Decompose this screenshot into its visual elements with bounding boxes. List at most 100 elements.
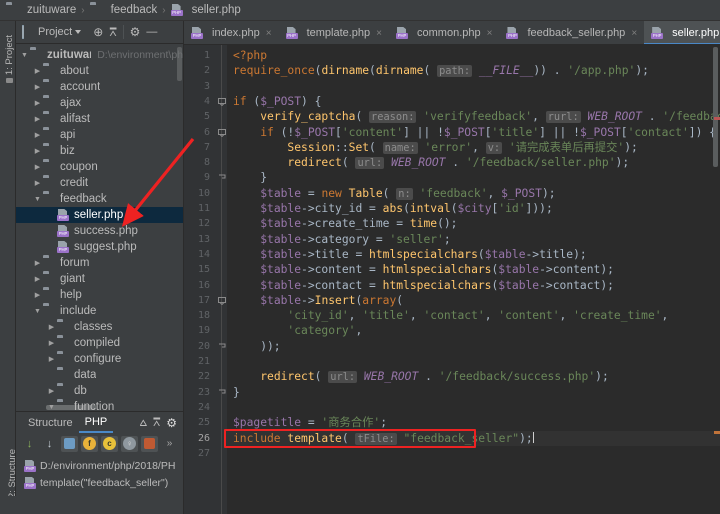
editor-tab-common-php[interactable]: PHP common.php × xyxy=(389,21,499,44)
editor-tab-feedback-seller-php[interactable]: PHP feedback_seller.php × xyxy=(499,21,644,44)
project-tree[interactable]: ▼ zuituware D:\environment\ph ▶ about ▶ accoun… xyxy=(16,45,183,411)
close-icon[interactable]: × xyxy=(631,28,637,39)
code-line-5[interactable]: verify_captcha( reason: 'verifyfeedback'… xyxy=(227,109,720,124)
editor-tabbar[interactable]: PHP index.php × PHP template.php × PHP common.p… xyxy=(184,21,720,45)
tree-node-feedback[interactable]: ▼ feedback xyxy=(16,191,183,207)
hide-panel-button[interactable]: — xyxy=(143,23,160,42)
chevron-right-icon[interactable]: ▶ xyxy=(32,259,43,267)
tree-node-about[interactable]: ▶ about xyxy=(16,63,183,79)
tree-node-alifast[interactable]: ▶ alifast xyxy=(16,111,183,127)
tree-node-function[interactable]: ▼ function xyxy=(16,399,183,411)
code-line-20[interactable]: )); xyxy=(227,339,720,354)
code-line-11[interactable]: $table->city_id = abs(intval($city['id']… xyxy=(227,201,720,216)
chevron-right-icon[interactable]: ▶ xyxy=(32,67,43,75)
chevron-right-icon[interactable]: ▶ xyxy=(46,339,57,347)
chevron-right-icon[interactable]: ▶ xyxy=(32,275,43,283)
structure-list[interactable]: PHP D:/environment/php/2018/PH PHP template… xyxy=(16,454,183,491)
code-line-10[interactable]: $table = new Table( n: 'feedback', $_POS… xyxy=(227,186,720,201)
settings-button[interactable]: ⚙ xyxy=(127,23,144,42)
chevron-right-icon[interactable]: ▶ xyxy=(46,323,57,331)
locate-button[interactable]: ⊕ xyxy=(90,23,106,42)
show-functions-button[interactable]: f xyxy=(81,435,98,452)
chevron-down-icon[interactable]: ▼ xyxy=(46,404,57,411)
chevron-down-icon[interactable]: ▼ xyxy=(32,308,43,315)
code-line-17[interactable]: $table->Insert(array( xyxy=(227,293,720,308)
chevron-right-icon[interactable]: ▶ xyxy=(46,355,57,363)
chevron-right-icon[interactable]: ▶ xyxy=(32,147,43,155)
tree-node-account[interactable]: ▶ account xyxy=(16,79,183,95)
show-fields-button[interactable] xyxy=(61,435,78,452)
code-line-16[interactable]: $table->contact = htmlspecialchars($tabl… xyxy=(227,278,720,293)
chevron-down-icon[interactable]: ▼ xyxy=(19,52,30,59)
breadcrumb-item-project[interactable]: zuituware xyxy=(6,4,76,16)
tree-node-seller-php[interactable]: PHP seller.php xyxy=(16,207,183,223)
editor-tab-seller-php[interactable]: PHPseller.php× xyxy=(644,21,720,44)
sort-by-visibility-button[interactable]: ↓ xyxy=(21,436,38,452)
code-line-27[interactable] xyxy=(227,446,720,461)
chevron-right-icon[interactable]: ▶ xyxy=(32,179,43,187)
chevron-right-icon[interactable]: ▶ xyxy=(46,387,57,395)
code-line-1[interactable]: <?php xyxy=(227,48,720,63)
breadcrumb-item-folder[interactable]: feedback xyxy=(90,4,158,16)
close-icon[interactable]: × xyxy=(487,28,493,39)
tree-node-classes[interactable]: ▶ classes xyxy=(16,319,183,335)
code-line-21[interactable] xyxy=(227,354,720,369)
fold-collapse-icon[interactable] xyxy=(218,97,226,107)
more-options-button[interactable]: » xyxy=(161,436,178,452)
code-line-19[interactable]: 'category', xyxy=(227,323,720,338)
chevron-right-icon[interactable]: ▶ xyxy=(32,291,43,299)
code-line-24[interactable] xyxy=(227,400,720,415)
tree-node-db[interactable]: ▶ db xyxy=(16,383,183,399)
tab-php[interactable]: PHP xyxy=(78,413,114,433)
sort-alphabetically-button[interactable]: ↓ xyxy=(41,436,58,452)
error-stripe-mark[interactable] xyxy=(714,117,720,120)
tree-node-credit[interactable]: ▶ credit xyxy=(16,175,183,191)
tree-node-include[interactable]: ▼ include xyxy=(16,303,183,319)
structure-row[interactable]: PHP template("feedback_seller") xyxy=(16,474,183,491)
close-icon[interactable]: × xyxy=(266,28,272,39)
tree-node-configure[interactable]: ▶ configure xyxy=(16,351,183,367)
show-properties-button[interactable]: ♀ xyxy=(121,435,138,452)
chevron-down-icon[interactable]: ▼ xyxy=(32,196,43,203)
chevron-right-icon[interactable]: ▶ xyxy=(32,163,43,171)
tree-node-zuituware[interactable]: ▼ zuituware D:\environment\ph xyxy=(16,47,183,63)
code-line-15[interactable]: $table->content = htmlspecialchars($tabl… xyxy=(227,262,720,277)
tree-node-coupon[interactable]: ▶ coupon xyxy=(16,159,183,175)
editor-tab-template-php[interactable]: PHP template.php × xyxy=(279,21,389,44)
fold-end-icon[interactable] xyxy=(218,389,226,397)
code-line-3[interactable] xyxy=(227,79,720,94)
tree-node-compiled[interactable]: ▶ compiled xyxy=(16,335,183,351)
tree-node-forum[interactable]: ▶ forum xyxy=(16,255,183,271)
code-line-22[interactable]: redirect( url: WEB_ROOT . '/feedback/suc… xyxy=(227,369,720,384)
close-icon[interactable]: × xyxy=(376,28,382,39)
code-line-12[interactable]: $table->create_time = time(); xyxy=(227,216,720,231)
chevron-right-icon[interactable]: ▶ xyxy=(32,131,43,139)
breadcrumb-item-file[interactable]: PHP seller.php xyxy=(170,4,241,16)
code-line-9[interactable]: } xyxy=(227,170,720,185)
tree-node-giant[interactable]: ▶ giant xyxy=(16,271,183,287)
code-editor[interactable]: 1 2 3 4 5 6 7 8 9 10 11 12 13 14 15 16 17 18 19 20 21 22 23 24 2… xyxy=(184,45,720,514)
editor-vertical-scrollbar[interactable] xyxy=(713,47,718,167)
fold-collapse-icon[interactable] xyxy=(218,128,226,137)
code-line-7[interactable]: Session::Set( name: 'error', v: '请完成表单后再… xyxy=(227,140,720,155)
tree-node-suggest-php[interactable]: PHP suggest.php xyxy=(16,239,183,255)
code-line-14[interactable]: $table->title = htmlspecialchars($table-… xyxy=(227,247,720,262)
editor-tab-index-php[interactable]: PHP index.php × xyxy=(184,21,279,44)
tree-node-biz[interactable]: ▶ biz xyxy=(16,143,183,159)
code-line-4[interactable]: if ($_POST) { xyxy=(227,94,720,109)
tree-node-api[interactable]: ▶ api xyxy=(16,127,183,143)
tab-structure[interactable]: Structure xyxy=(22,413,79,433)
chevron-right-icon[interactable]: ▶ xyxy=(32,115,43,123)
chevron-right-icon[interactable]: ▶ xyxy=(32,83,43,91)
gear-icon[interactable]: ⚙ xyxy=(166,416,177,430)
expand-all-icon[interactable]: ⩟ xyxy=(140,415,147,430)
collapse-all-icon[interactable]: ⩞ xyxy=(153,415,160,430)
tree-node-ajax[interactable]: ▶ ajax xyxy=(16,95,183,111)
project-view-selector[interactable]: Project xyxy=(19,23,84,42)
tree-node-success-php[interactable]: PHP success.php xyxy=(16,223,183,239)
code-line-25[interactable]: $pagetitle = '商务合作'; xyxy=(227,415,720,430)
code-line-6[interactable]: if (!$_POST['content'] || !$_POST['title… xyxy=(227,125,720,140)
code-line-13[interactable]: $table->category = 'seller'; xyxy=(227,232,720,247)
show-private-button[interactable] xyxy=(141,435,158,452)
error-stripe-mark[interactable] xyxy=(714,431,720,434)
